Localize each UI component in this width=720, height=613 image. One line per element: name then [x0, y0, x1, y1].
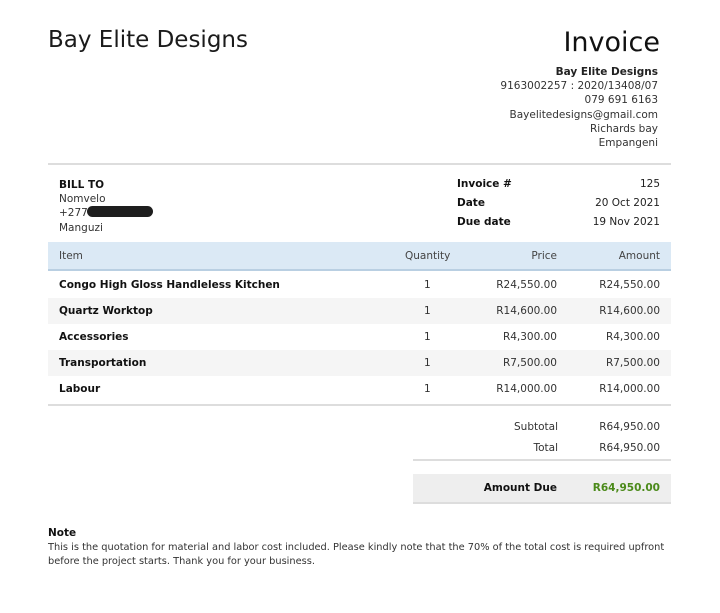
date-value: 20 Oct 2021	[595, 197, 660, 209]
client-location: Manguzi	[59, 221, 103, 234]
row-price: R14,000.00	[496, 383, 557, 395]
client-phone-prefix: +277	[59, 207, 88, 220]
due-date-value: 19 Nov 2021	[592, 216, 660, 228]
table-divider	[48, 404, 671, 406]
row-item: Transportation	[59, 357, 147, 369]
row-item: Accessories	[59, 331, 129, 343]
sender-city: Empangeni	[598, 137, 658, 150]
row-item: Congo High Gloss Handleless Kitchen	[59, 279, 280, 291]
bill-to-label: BILL TO	[59, 179, 105, 191]
invoice-number-label: Invoice #	[457, 178, 512, 190]
client-name: Nomvelo	[59, 193, 106, 206]
header-divider	[48, 163, 671, 165]
row-price: R4,300.00	[502, 331, 557, 343]
sender-phone: 079 691 6163	[584, 94, 658, 107]
bill-to-block: BILL TO Nomvelo +277 Manguzi	[59, 178, 153, 235]
column-header-item: Item	[59, 250, 83, 262]
table-row: Accessories 1 R4,300.00 R4,300.00	[48, 324, 671, 350]
due-date-label: Due date	[457, 216, 511, 228]
amount-due-value: R64,950.00	[592, 482, 660, 494]
row-quantity: 1	[424, 383, 431, 395]
client-phone: +277	[59, 206, 153, 220]
sender-area: Richards bay	[590, 122, 658, 135]
row-price: R7,500.00	[502, 357, 557, 369]
sender-email: Bayelitedesigns@gmail.com	[509, 108, 658, 121]
redaction-mark	[86, 206, 153, 218]
row-quantity: 1	[424, 357, 431, 369]
amount-due-box: Amount Due R64,950.00	[413, 474, 671, 504]
row-amount: R24,550.00	[599, 279, 660, 291]
total-value: R64,950.00	[599, 442, 660, 454]
amount-due-label: Amount Due	[483, 482, 557, 494]
total-label: Total	[533, 442, 558, 454]
row-amount: R14,000.00	[599, 383, 660, 395]
row-quantity: 1	[424, 305, 431, 317]
note-title: Note	[48, 527, 77, 539]
subtotal-value: R64,950.00	[599, 421, 660, 433]
row-item: Quartz Worktop	[59, 305, 153, 317]
table-row: Quartz Worktop 1 R14,600.00 R14,600.00	[48, 298, 671, 324]
date-label: Date	[457, 197, 485, 209]
column-header-price: Price	[531, 250, 557, 262]
row-amount: R7,500.00	[605, 357, 660, 369]
table-row: Transportation 1 R7,500.00 R7,500.00	[48, 350, 671, 376]
row-quantity: 1	[424, 279, 431, 291]
row-amount: R14,600.00	[599, 305, 660, 317]
row-price: R24,550.00	[496, 279, 557, 291]
table-row: Congo High Gloss Handleless Kitchen 1 R2…	[48, 272, 671, 298]
subtotal-label: Subtotal	[514, 421, 558, 433]
column-header-quantity: Quantity	[405, 250, 451, 262]
row-item: Labour	[59, 383, 101, 395]
table-row: Labour 1 R14,000.00 R14,000.00	[48, 376, 671, 402]
row-quantity: 1	[424, 331, 431, 343]
totals-divider	[413, 459, 671, 461]
sender-details: Bay Elite Designs 9163002257 : 2020/1340…	[500, 65, 658, 150]
table-header: Item Quantity Price Amount	[48, 242, 671, 271]
note-text: This is the quotation for material and l…	[48, 542, 665, 568]
column-header-amount: Amount	[618, 250, 660, 262]
sender-name: Bay Elite Designs	[555, 66, 658, 78]
row-amount: R4,300.00	[605, 331, 660, 343]
sender-registration: 9163002257 : 2020/13408/07	[500, 80, 658, 93]
invoice-number-value: 125	[639, 178, 660, 190]
company-name: Bay Elite Designs	[48, 27, 248, 53]
row-price: R14,600.00	[496, 305, 557, 317]
invoice-title: Invoice	[563, 27, 660, 58]
